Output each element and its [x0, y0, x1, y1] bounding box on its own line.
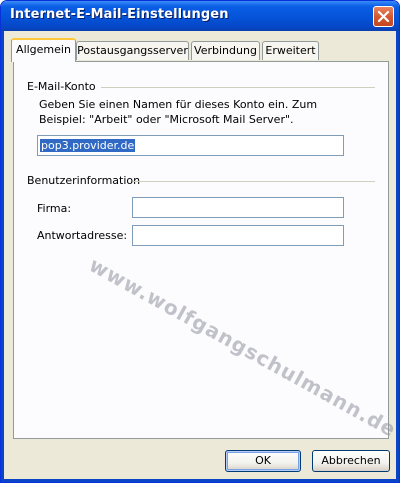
tab-verbindung[interactable]: Verbindung [191, 41, 260, 60]
email-account-description: Geben Sie einen Namen für dieses Konto e… [39, 98, 318, 126]
cancel-button[interactable]: Abbrechen [312, 450, 390, 472]
company-label: Firma: [37, 202, 72, 215]
reply-address-label: Antwortadresse: [37, 229, 128, 242]
tab-verbindung-label: Verbindung [194, 44, 257, 57]
company-input[interactable] [132, 197, 344, 218]
tab-postausgangsserver-label: Postausgangsserver [77, 44, 188, 57]
tab-allgemein[interactable]: Allgemein [11, 38, 76, 62]
account-name-value: pop3.provider.de [40, 139, 136, 152]
title-bar[interactable]: Internet-E-Mail-Einstellungen [1, 1, 399, 31]
window-frame-left [1, 31, 4, 482]
ok-button-label: OK [255, 454, 271, 467]
email-account-group-title: E-Mail-Konto [27, 80, 96, 93]
email-account-divider [101, 87, 375, 88]
tab-allgemein-label: Allgemein [16, 43, 71, 56]
window-title: Internet-E-Mail-Einstellungen [10, 7, 229, 22]
window-frame-right [396, 31, 399, 482]
close-icon [377, 10, 390, 23]
dialog-window: Internet-E-Mail-Einstellungen Allgemein … [0, 0, 400, 483]
reply-address-input[interactable] [132, 225, 344, 246]
cancel-button-label: Abbrechen [321, 454, 381, 467]
tab-postausgangsserver[interactable]: Postausgangsserver [76, 41, 189, 60]
user-info-divider [133, 181, 375, 182]
window-frame-bottom [1, 479, 399, 482]
tab-erweitert-label: Erweitert [265, 44, 316, 57]
ok-button[interactable]: OK [225, 450, 301, 472]
close-button[interactable] [373, 6, 394, 27]
tab-erweitert[interactable]: Erweitert [262, 41, 319, 60]
account-name-input[interactable]: pop3.provider.de [37, 135, 344, 156]
user-info-group-title: Benutzerinformation [27, 174, 141, 187]
